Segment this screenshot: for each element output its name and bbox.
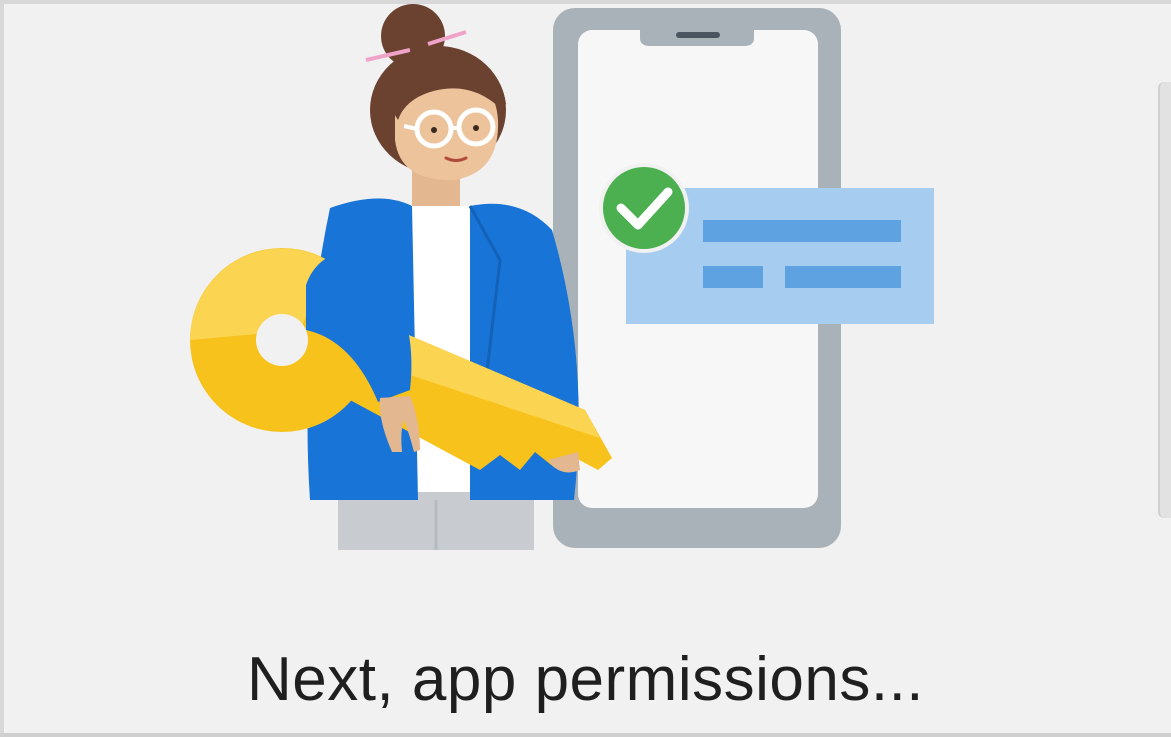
scroll-indicator[interactable] [1158,82,1171,518]
bottom-border [0,733,1171,737]
permissions-intro-screen: Next, app permissions... [0,0,1171,737]
page-title: Next, app permissions... [246,645,925,714]
check-circle-icon [599,163,689,253]
permissions-illustration [190,4,934,550]
